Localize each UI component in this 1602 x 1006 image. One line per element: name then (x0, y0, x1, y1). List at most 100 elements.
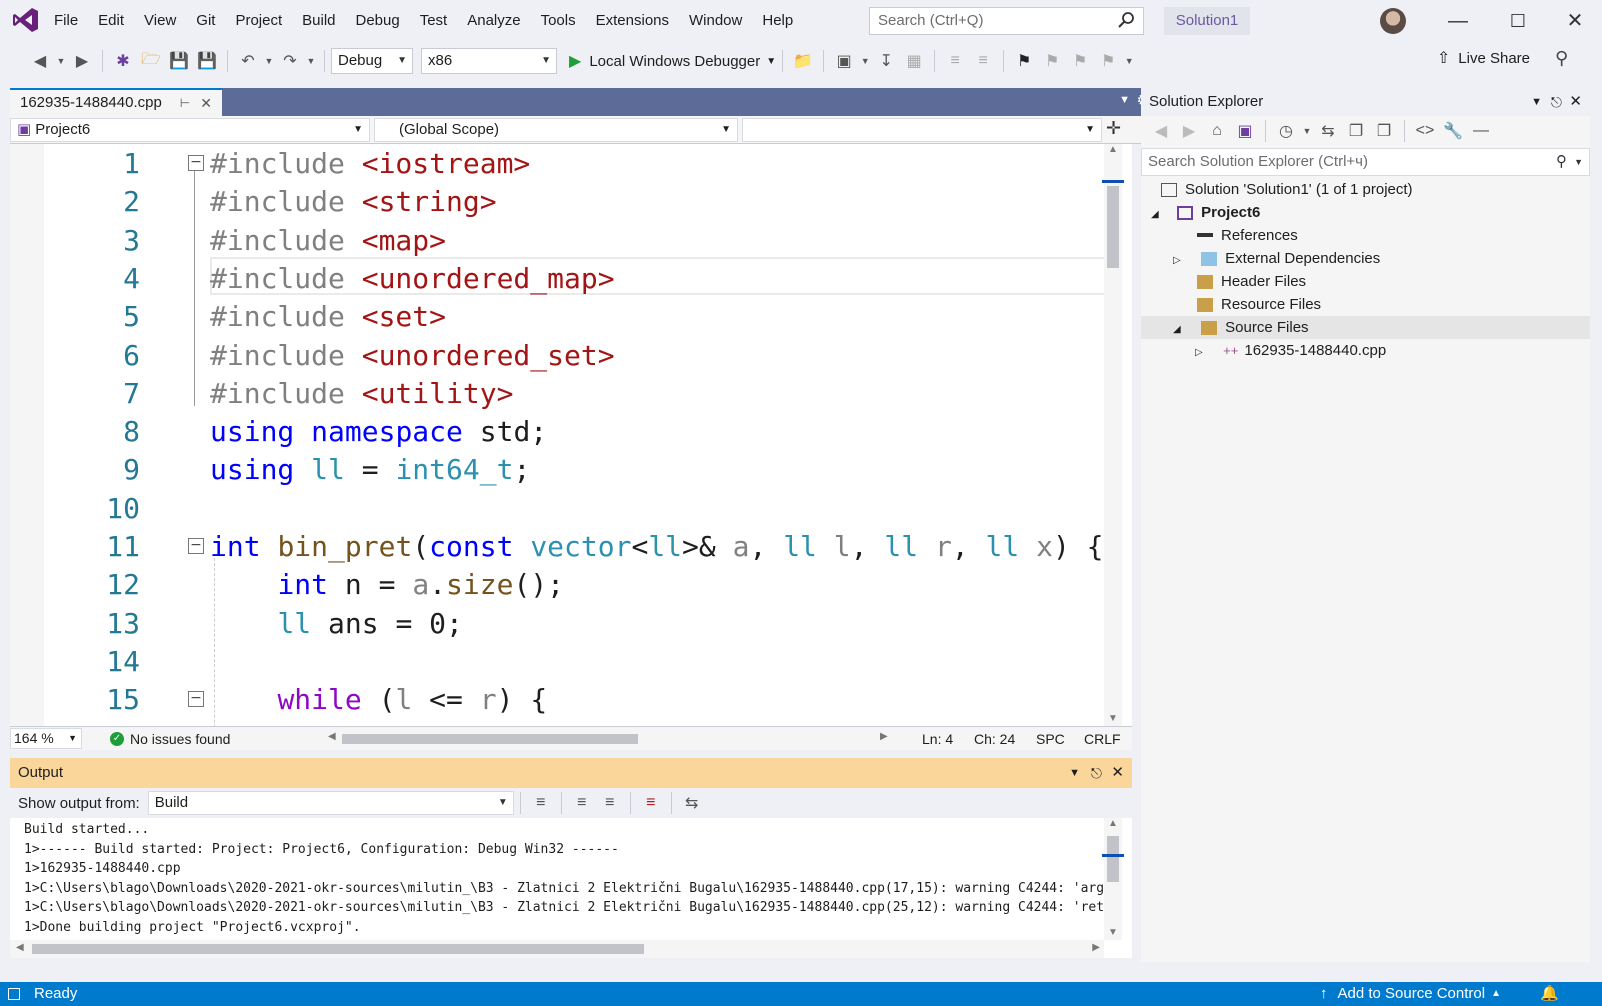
member-dropdown[interactable]: ▼ (742, 118, 1102, 142)
scope-dropdown[interactable]: (Global Scope) ▼ (374, 118, 738, 142)
solution-search-input[interactable]: Search Solution Explorer (Ctrl+ч) ⚲ ▼ (1141, 148, 1590, 176)
tree-resource-files[interactable]: Resource Files (1197, 293, 1321, 316)
close-button[interactable]: ✕ (1560, 8, 1590, 34)
configuration-dropdown[interactable]: Debug ▼ (331, 48, 413, 74)
collapsed-arrow-icon[interactable]: ▷ (1173, 249, 1187, 272)
browse-folder-icon[interactable]: 📁 (791, 49, 815, 73)
scroll-down-icon[interactable]: ▼ (1108, 713, 1118, 724)
show-all-files-icon[interactable]: ❐ (1372, 119, 1396, 143)
output-horizontal-thumb[interactable] (32, 944, 644, 954)
redo-icon[interactable]: ↷ (278, 49, 302, 73)
zoom-dropdown[interactable]: 164 % ▼ (10, 728, 82, 749)
minimize-button[interactable]: — (1443, 8, 1473, 34)
scroll-left-icon[interactable]: ◀ (328, 731, 336, 742)
chevron-down-icon[interactable]: ▼ (1574, 149, 1583, 175)
scroll-down-icon[interactable]: ▼ (1108, 927, 1118, 938)
scroll-left-icon[interactable]: ◀ (16, 942, 24, 953)
scroll-right-icon[interactable]: ▶ (880, 731, 888, 742)
tree-source-files[interactable]: ◢ Source Files (1141, 316, 1590, 339)
forward-icon[interactable]: ▶ (70, 49, 94, 73)
maximize-button[interactable]: ☐ (1503, 8, 1533, 34)
clear-all-icon[interactable]: ≡ (639, 791, 663, 815)
comment-icon[interactable]: ≡ (943, 49, 967, 73)
output-vertical-scrollbar[interactable]: ▲ ▼ (1102, 818, 1124, 940)
open-folder-icon[interactable]: 🗁 (139, 49, 163, 73)
bookmark-icon[interactable]: ⚑ (1012, 49, 1036, 73)
previous-message-icon[interactable]: ≡ (570, 791, 594, 815)
menu-test[interactable]: Test (410, 0, 458, 42)
forward-icon[interactable]: ▶ (1177, 119, 1201, 143)
code-line[interactable]: 12 int n = a.size(); (10, 565, 1132, 604)
scroll-up-icon[interactable]: ▲ (1108, 144, 1118, 155)
menu-tools[interactable]: Tools (531, 0, 586, 42)
word-wrap-icon[interactable]: ⇆ (680, 791, 704, 815)
code-line[interactable]: 15 − while (l <= r) { (10, 680, 1132, 719)
menu-edit[interactable]: Edit (88, 0, 134, 42)
uncomment-icon[interactable]: ≡ (971, 49, 995, 73)
menu-project[interactable]: Project (225, 0, 292, 42)
collapsed-arrow-icon[interactable]: ▷ (1195, 341, 1209, 364)
add-to-source-control-button[interactable]: ↑ Add to Source Control ▲ (1320, 982, 1501, 1006)
clear-bookmarks-icon[interactable]: ⚑ (1096, 49, 1120, 73)
line-ending-status[interactable]: CRLF (1084, 727, 1121, 751)
scroll-right-icon[interactable]: ▶ (1092, 942, 1100, 953)
switch-views-icon[interactable]: ▣ (1233, 119, 1257, 143)
menu-build[interactable]: Build (292, 0, 345, 42)
issues-indicator[interactable]: ✓ No issues found (110, 727, 230, 751)
scroll-up-icon[interactable]: ▲ (1108, 818, 1118, 829)
preview-icon[interactable]: — (1469, 119, 1493, 143)
browser-link-icon[interactable]: ▣ (832, 49, 856, 73)
tree-project[interactable]: ◢ Project6 (1151, 201, 1260, 224)
toolbar-overflow-icon[interactable]: ▼ (1124, 49, 1134, 73)
tree-external-dependencies[interactable]: ▷ External Dependencies (1173, 247, 1380, 270)
back-dropdown-icon[interactable]: ▼ (56, 49, 66, 73)
pending-changes-dropdown-icon[interactable]: ▼ (1302, 119, 1312, 143)
close-icon[interactable]: ✕ (1569, 88, 1582, 116)
search-input[interactable]: Search (Ctrl+Q) (869, 7, 1144, 35)
step-icon[interactable]: ↧ (874, 49, 898, 73)
undo-dropdown-icon[interactable]: ▼ (264, 49, 274, 73)
editor-scroll-thumb[interactable] (1107, 186, 1119, 268)
tree-header-files[interactable]: Header Files (1197, 270, 1306, 293)
properties-icon[interactable]: 🔧 (1441, 119, 1465, 143)
back-icon[interactable]: ◀ (1149, 119, 1173, 143)
code-line[interactable]: 9 using ll = int64_t; (10, 450, 1132, 489)
sync-icon[interactable]: ⇆ (1316, 119, 1340, 143)
chevron-down-icon[interactable]: ▼ (1069, 758, 1080, 788)
code-line[interactable]: 8 using namespace std; (10, 412, 1132, 451)
live-share-button[interactable]: ⇧ Live Share (1437, 48, 1530, 68)
menu-file[interactable]: File (44, 0, 88, 42)
collapse-block-icon[interactable]: − (188, 691, 204, 708)
tree-references[interactable]: References (1197, 224, 1298, 247)
collapse-block-icon[interactable]: − (188, 155, 204, 171)
pin-icon[interactable]: ⎋ (1091, 758, 1102, 788)
start-debugging-button[interactable]: ▶ Local Windows Debugger ▼ (569, 51, 776, 71)
user-avatar[interactable] (1380, 8, 1406, 34)
code-line[interactable]: 13 ll ans = 0; (10, 604, 1132, 643)
project-dropdown[interactable]: ▣ Project6 ▼ (10, 118, 370, 142)
pin-icon[interactable]: ⎋ (1551, 88, 1562, 116)
menu-debug[interactable]: Debug (346, 0, 410, 42)
close-tab-icon[interactable]: ✕ (200, 91, 212, 115)
layout-icon[interactable]: ▦ (902, 49, 926, 73)
output-text[interactable]: Build started... 1>------ Build started: … (10, 818, 1132, 958)
prev-bookmark-icon[interactable]: ⚑ (1040, 49, 1064, 73)
column-status[interactable]: Ch: 24 (974, 727, 1015, 751)
notifications-icon[interactable]: 🔔 (1540, 982, 1559, 1006)
output-source-dropdown[interactable]: Build ▼ (147, 791, 514, 815)
menu-git[interactable]: Git (186, 0, 225, 42)
view-code-icon[interactable]: <> (1413, 119, 1437, 143)
expanded-arrow-icon[interactable]: ◢ (1173, 318, 1187, 341)
code-line[interactable]: 14 (10, 642, 1132, 681)
save-all-icon[interactable]: 💾 (195, 49, 219, 73)
browser-dropdown-icon[interactable]: ▼ (860, 49, 870, 73)
platform-dropdown[interactable]: x86 ▼ (421, 48, 557, 74)
menu-help[interactable]: Help (752, 0, 803, 42)
code-line[interactable]: 10 (10, 489, 1132, 528)
output-horizontal-scrollbar[interactable]: ◀ ▶ (10, 940, 1104, 958)
line-number-status[interactable]: Ln: 4 (922, 727, 953, 751)
output-panel-header[interactable]: Output ▼ ⎋ ✕ (10, 758, 1132, 788)
back-icon[interactable]: ◀ (28, 49, 52, 73)
pending-changes-icon[interactable]: ◷ (1274, 119, 1298, 143)
code-line[interactable]: 1 − #include <iostream> (10, 144, 1132, 183)
